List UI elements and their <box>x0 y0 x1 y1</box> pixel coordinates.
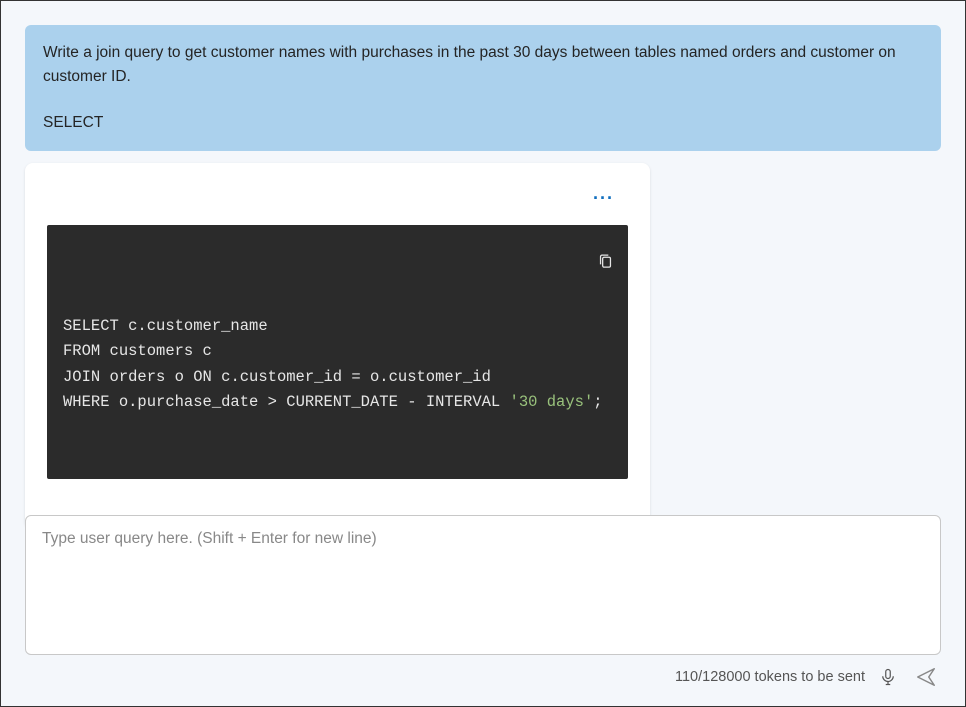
copy-code-button[interactable] <box>563 233 618 293</box>
chat-container: Write a join query to get customer names… <box>1 1 965 706</box>
code-token: o.customer_id <box>361 368 491 386</box>
more-options-button[interactable]: ··· <box>585 185 622 211</box>
user-prompt-text: Write a join query to get customer names… <box>43 41 923 89</box>
input-area <box>25 515 941 660</box>
code-token: o.purchase_date <box>110 393 268 411</box>
code-token: JOIN <box>63 368 100 386</box>
send-button[interactable] <box>911 662 941 692</box>
code-token: CURRENT_DATE <box>277 393 407 411</box>
code-token: ; <box>593 393 602 411</box>
code-token: ON <box>193 368 212 386</box>
user-message: Write a join query to get customer names… <box>25 25 941 151</box>
microphone-icon <box>879 667 897 687</box>
code-token: orders o <box>100 368 193 386</box>
code-token: > <box>268 393 277 411</box>
code-token: '30 days' <box>510 393 594 411</box>
code-token: INTERVAL <box>417 393 510 411</box>
footer-row: 110/128000 tokens to be sent <box>25 662 941 692</box>
code-token: FROM <box>63 342 100 360</box>
code-token: WHERE <box>63 393 110 411</box>
user-prompt-suffix: SELECT <box>43 111 923 135</box>
send-icon <box>915 666 937 688</box>
code-token: - <box>407 393 416 411</box>
code-token: SELECT <box>63 317 119 335</box>
code-token: customers c <box>100 342 212 360</box>
code-token: c.customer_id <box>212 368 352 386</box>
card-header: ··· <box>47 185 628 225</box>
sql-code-block: SELECT c.customer_name FROM customers c … <box>47 225 628 479</box>
code-token: c.customer_name <box>119 317 268 335</box>
more-icon: ··· <box>593 188 614 208</box>
code-content: SELECT c.customer_name FROM customers c … <box>63 314 612 414</box>
copy-icon <box>597 252 614 271</box>
assistant-response-card: ··· SELECT c.customer_name FROM customer… <box>25 163 650 529</box>
token-status: 110/128000 tokens to be sent <box>675 669 865 685</box>
query-input[interactable] <box>25 515 941 655</box>
microphone-button[interactable] <box>875 663 901 691</box>
code-token: = <box>351 368 360 386</box>
